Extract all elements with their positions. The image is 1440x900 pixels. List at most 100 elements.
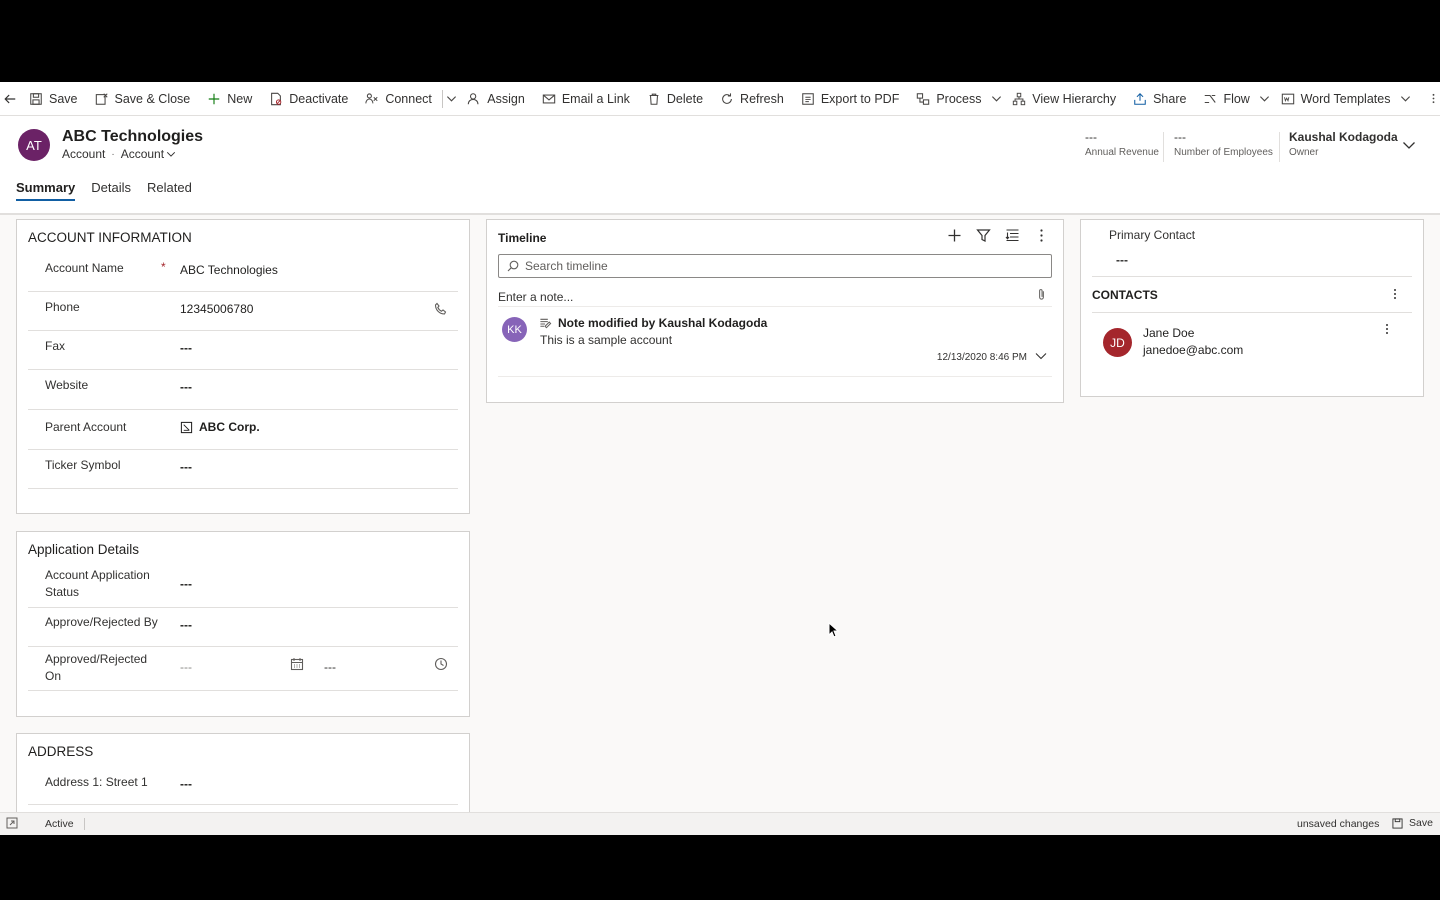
- field-ticker-symbol[interactable]: Ticker Symbol ---: [28, 450, 458, 489]
- pdf-icon: [800, 91, 816, 107]
- view-hierarchy-button[interactable]: View Hierarchy: [1003, 82, 1124, 116]
- search-icon: [507, 260, 519, 272]
- contacts-title: CONTACTS: [1092, 288, 1158, 302]
- note-input[interactable]: Enter a note...: [498, 288, 1052, 304]
- date-input[interactable]: ---: [180, 660, 192, 674]
- field-application-status[interactable]: Account Application Status ---: [28, 564, 458, 608]
- tab-related[interactable]: Related: [147, 180, 192, 201]
- flow-dropdown[interactable]: [1258, 82, 1272, 116]
- timeline-search-input[interactable]: Search timeline: [498, 254, 1052, 278]
- process-dropdown[interactable]: [989, 82, 1003, 116]
- more-vertical-icon[interactable]: [1034, 228, 1049, 246]
- delete-icon: [646, 91, 662, 107]
- plus-icon: [206, 91, 222, 107]
- chevron-down-icon: [446, 96, 456, 102]
- more-vertical-icon[interactable]: [1381, 323, 1393, 338]
- flow-label: Flow: [1223, 91, 1250, 106]
- refresh-button[interactable]: Refresh: [711, 82, 792, 116]
- status-bar: Active unsaved changes Save: [0, 812, 1440, 835]
- status-save-button[interactable]: Save: [1392, 817, 1433, 829]
- field-website[interactable]: Website ---: [28, 370, 458, 410]
- new-button[interactable]: New: [198, 82, 260, 116]
- add-icon[interactable]: [947, 228, 962, 246]
- parent-account-link[interactable]: ABC Corp.: [180, 420, 260, 434]
- divider: [1092, 276, 1412, 277]
- back-button[interactable]: [0, 82, 20, 116]
- field-label: Address 1: Street 1: [45, 775, 148, 789]
- connect-button[interactable]: Connect: [356, 82, 440, 116]
- phone-icon[interactable]: [434, 302, 448, 319]
- field-phone[interactable]: Phone 12345006780: [28, 292, 458, 331]
- field-value[interactable]: ABC Technologies: [180, 263, 278, 277]
- clock-icon[interactable]: [434, 657, 448, 674]
- chevron-down-icon: [1260, 96, 1270, 102]
- tab-summary[interactable]: Summary: [16, 180, 76, 201]
- section-title: Application Details: [28, 542, 140, 557]
- connect-dropdown[interactable]: [445, 82, 459, 116]
- more-commands-button[interactable]: [1426, 82, 1440, 116]
- field-value[interactable]: ---: [180, 341, 192, 355]
- deactivate-button[interactable]: Deactivate: [260, 82, 356, 116]
- primary-contact-value[interactable]: ---: [1116, 253, 1128, 267]
- app-window: Save Save & Close New Deactivate Connect…: [0, 82, 1440, 835]
- record-status: Active: [45, 818, 74, 830]
- time-input[interactable]: ---: [324, 660, 336, 674]
- field-street-1[interactable]: Address 1: Street 1 ---: [28, 766, 458, 805]
- email-link-button[interactable]: Email a Link: [533, 82, 638, 116]
- field-value[interactable]: 12345006780: [180, 302, 253, 316]
- assign-icon: [466, 91, 482, 107]
- field-value[interactable]: ---: [180, 777, 192, 791]
- word-templates-button[interactable]: Word Templates: [1272, 82, 1399, 116]
- hierarchy-icon: [1011, 91, 1027, 107]
- chevron-down-icon: [991, 96, 1001, 102]
- field-approved-on[interactable]: Approved/Rejected On --- ---: [28, 647, 458, 691]
- export-pdf-button[interactable]: Export to PDF: [792, 82, 908, 116]
- word-templates-label: Word Templates: [1300, 91, 1391, 106]
- sort-list-icon[interactable]: [1005, 228, 1020, 246]
- header-expand-button[interactable]: [1402, 138, 1416, 155]
- save-close-button[interactable]: Save & Close: [86, 82, 199, 116]
- annual-revenue-value: ---: [1085, 130, 1097, 144]
- section-title: ADDRESS: [28, 744, 94, 759]
- calendar-icon[interactable]: [290, 657, 304, 674]
- owner-link[interactable]: Kaushal Kodagoda: [1289, 130, 1398, 144]
- attachment-icon[interactable]: [1035, 288, 1048, 304]
- field-parent-account[interactable]: Parent Account ABC Corp.: [28, 410, 458, 450]
- record-header: AT ABC Technologies Account · Account --…: [0, 116, 1440, 215]
- filter-icon[interactable]: [976, 228, 991, 246]
- word-templates-dropdown[interactable]: [1398, 82, 1412, 116]
- assign-button[interactable]: Assign: [458, 82, 533, 116]
- tab-details[interactable]: Details: [91, 180, 131, 201]
- save-close-icon: [94, 91, 110, 107]
- field-value[interactable]: ---: [180, 618, 192, 632]
- process-button[interactable]: Process: [907, 82, 989, 116]
- divider: [1279, 132, 1280, 162]
- account-icon: [180, 421, 193, 433]
- chevron-down-icon: [1035, 353, 1047, 360]
- share-button[interactable]: Share: [1124, 82, 1194, 116]
- save-button[interactable]: Save: [20, 82, 86, 116]
- record-tabs: Summary Details Related: [16, 180, 192, 201]
- more-vertical-icon[interactable]: [1389, 288, 1401, 303]
- field-value[interactable]: ---: [180, 380, 192, 394]
- form-selector[interactable]: Account: [121, 147, 176, 161]
- contact-email[interactable]: janedoe@abc.com: [1143, 343, 1243, 357]
- timeline-entry-title[interactable]: Note modified by Kaushal Kodagoda: [539, 316, 767, 330]
- flow-button[interactable]: Flow: [1194, 82, 1257, 116]
- save-label: Save: [49, 91, 78, 106]
- connect-icon: [364, 91, 380, 107]
- connect-label: Connect: [385, 91, 432, 106]
- field-value[interactable]: ---: [180, 577, 192, 591]
- employees-label: Number of Employees: [1174, 147, 1273, 158]
- view-hierarchy-label: View Hierarchy: [1032, 91, 1117, 106]
- field-account-name[interactable]: Account Name * ABC Technologies: [28, 252, 458, 292]
- email-icon: [541, 91, 557, 107]
- command-bar: Save Save & Close New Deactivate Connect…: [0, 82, 1440, 116]
- field-approved-by[interactable]: Approve/Rejected By ---: [28, 608, 458, 647]
- field-value[interactable]: ---: [180, 460, 192, 474]
- contact-name[interactable]: Jane Doe: [1143, 326, 1194, 340]
- open-window-icon[interactable]: [6, 817, 20, 831]
- expand-entry-button[interactable]: [1035, 350, 1047, 365]
- field-fax[interactable]: Fax ---: [28, 331, 458, 370]
- delete-button[interactable]: Delete: [638, 82, 711, 116]
